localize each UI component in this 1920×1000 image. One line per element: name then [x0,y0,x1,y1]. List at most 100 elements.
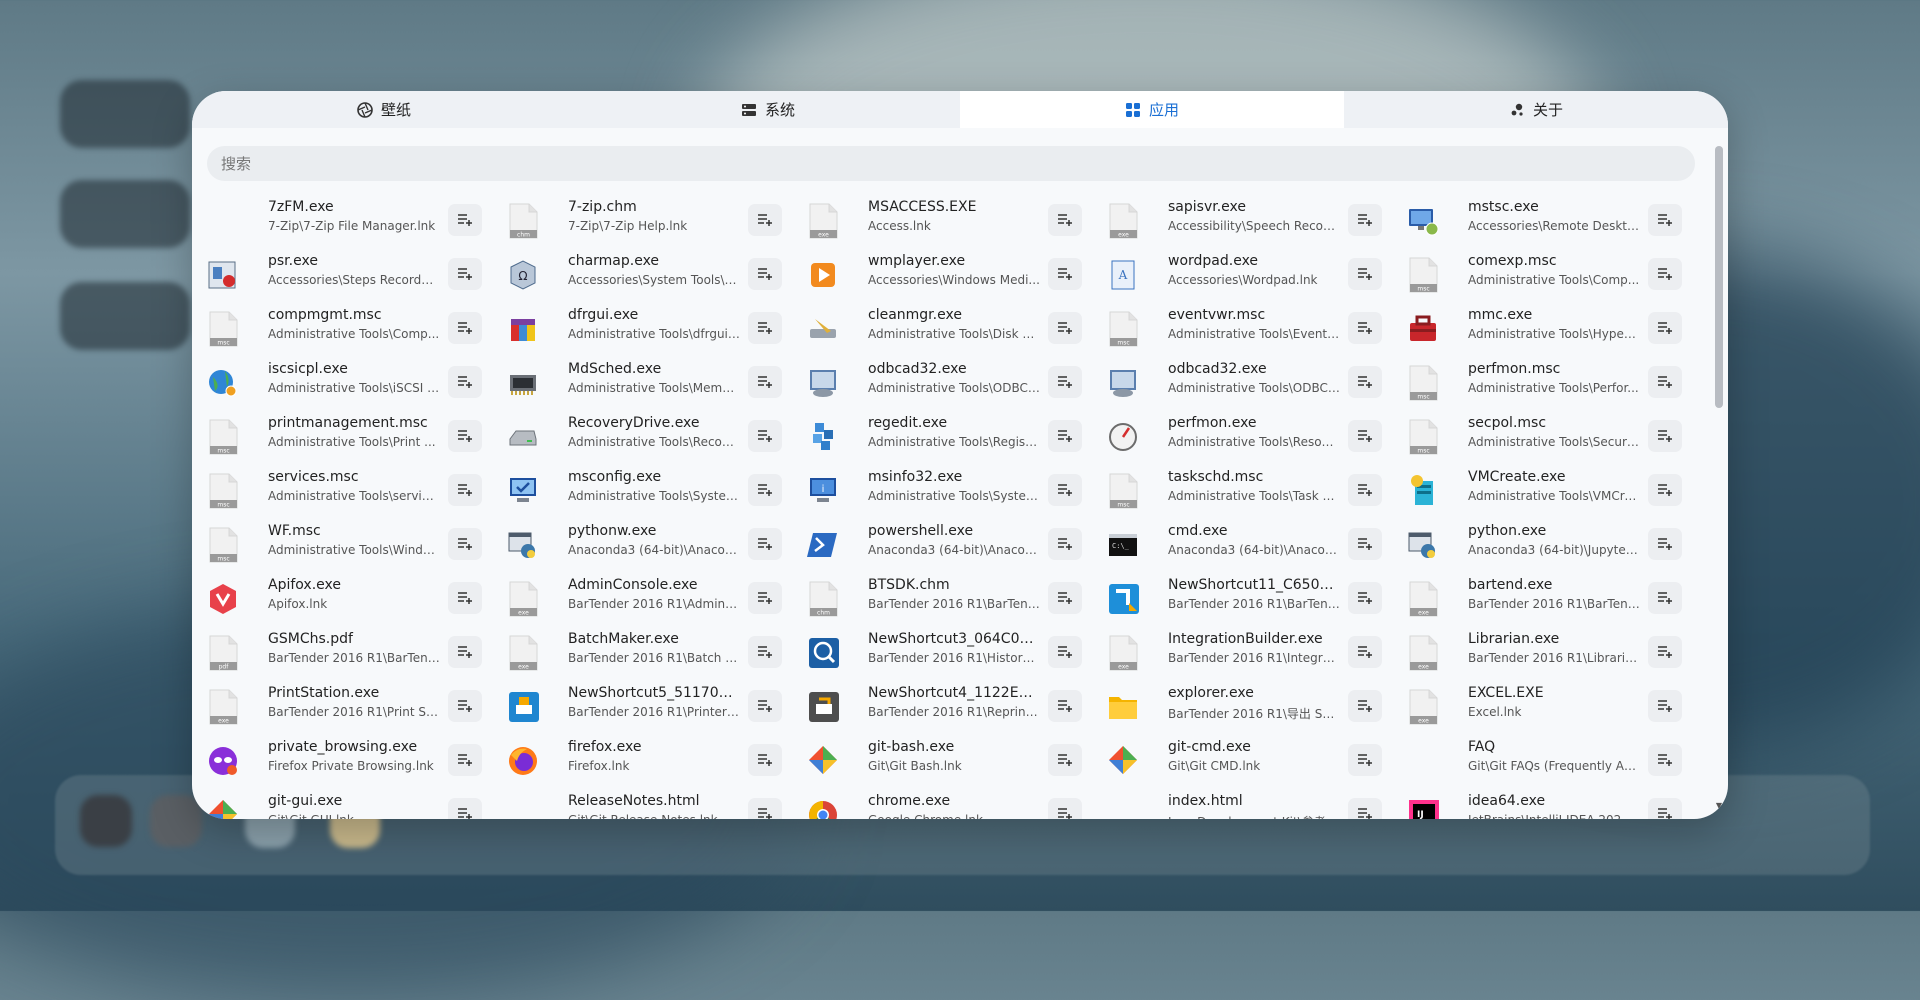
add-to-list-button[interactable] [1048,258,1082,290]
app-item[interactable]: Apifox.exe Apifox.lnk [192,570,482,624]
app-item[interactable]: MdSched.exe Administrative Tools\Memo... [492,354,782,408]
app-item[interactable]: explorer.exe BarTender 2016 R1\导出 SDK... [1092,678,1382,732]
add-to-list-button[interactable] [1648,204,1682,236]
scrollbar[interactable]: ▼ [1714,146,1724,811]
app-item[interactable]: mmc.exe Administrative Tools\Hyper-... [1392,300,1682,354]
app-item[interactable]: Ωcharmap.exe Accessories\System Tools\C..… [492,246,782,300]
add-to-list-button[interactable] [1648,528,1682,560]
add-to-list-button[interactable] [448,366,482,398]
add-to-list-button[interactable] [748,582,782,614]
app-item[interactable]: exe AdminConsole.exe BarTender 2016 R1\Ad… [492,570,782,624]
app-item[interactable]: git-bash.exe Git\Git Bash.lnk [792,732,1082,786]
app-item[interactable]: RecoveryDrive.exe Administrative Tools\Re… [492,408,782,462]
app-item[interactable]: exe bartend.exe BarTender 2016 R1\BarTend… [1392,570,1682,624]
add-to-list-button[interactable] [748,366,782,398]
app-item[interactable]: powershell.exe Anaconda3 (64-bit)\Anacon.… [792,516,1082,570]
add-to-list-button[interactable] [448,204,482,236]
app-item[interactable]: chm 7-zip.chm 7-Zip\7-Zip Help.lnk [492,192,782,246]
app-item[interactable]: NewShortcut4_1122EDD... BarTender 2016 R1… [792,678,1082,732]
app-item[interactable]: i msinfo32.exe Administrative Tools\System… [792,462,1082,516]
add-to-list-button[interactable] [1348,582,1382,614]
add-to-list-button[interactable] [1648,420,1682,452]
app-item[interactable]: msc perfmon.msc Administrative Tools\Perf… [1392,354,1682,408]
add-to-list-button[interactable] [1348,312,1382,344]
add-to-list-button[interactable] [1048,528,1082,560]
add-to-list-button[interactable] [1048,690,1082,722]
add-to-list-button[interactable] [1048,582,1082,614]
app-item[interactable]: cleanmgr.exe Administrative Tools\Disk Cl… [792,300,1082,354]
app-item[interactable]: firefox.exe Firefox.lnk [492,732,782,786]
add-to-list-button[interactable] [748,690,782,722]
app-item[interactable]: ReleaseNotes.html Git\Git Release Notes.l… [492,786,782,819]
app-item[interactable]: odbcad32.exe Administrative Tools\ODBC ..… [792,354,1082,408]
add-to-list-button[interactable] [448,528,482,560]
search-input[interactable] [207,153,1695,174]
app-item[interactable]: msc taskschd.msc Administrative Tools\Tas… [1092,462,1382,516]
add-to-list-button[interactable] [448,474,482,506]
app-item[interactable]: git-gui.exe Git\Git GUI.lnk [192,786,482,819]
app-item[interactable]: exe Librarian.exe BarTender 2016 R1\Libra… [1392,624,1682,678]
scroll-down-arrow[interactable]: ▼ [1714,801,1724,811]
add-to-list-button[interactable] [748,798,782,819]
app-item[interactable]: index.html Java Development Kit\参考... [1092,786,1382,819]
tab-wallpaper[interactable]: 壁纸 [192,91,576,128]
add-to-list-button[interactable] [1648,366,1682,398]
add-to-list-button[interactable] [1348,204,1382,236]
app-item[interactable]: NewShortcut5_5117029... BarTender 2016 R1… [492,678,782,732]
app-item[interactable]: exe PrintStation.exe BarTender 2016 R1\Pr… [192,678,482,732]
add-to-list-button[interactable] [1048,744,1082,776]
app-item[interactable]: msc printmanagement.msc Administrative To… [192,408,482,462]
scrollbar-thumb[interactable] [1715,146,1723,408]
add-to-list-button[interactable] [448,798,482,819]
add-to-list-button[interactable] [748,474,782,506]
add-to-list-button[interactable] [1348,420,1382,452]
app-item[interactable]: wmplayer.exe Accessories\Windows Medi... [792,246,1082,300]
add-to-list-button[interactable] [1348,474,1382,506]
app-item[interactable]: NewShortcut11_C6509D... BarTender 2016 R1… [1092,570,1382,624]
add-to-list-button[interactable] [1648,636,1682,668]
add-to-list-button[interactable] [448,582,482,614]
add-to-list-button[interactable] [1348,798,1382,819]
add-to-list-button[interactable] [1348,528,1382,560]
add-to-list-button[interactable] [1348,366,1382,398]
app-item[interactable]: msconfig.exe Administrative Tools\System.… [492,462,782,516]
app-item[interactable]: chm BTSDK.chm BarTender 2016 R1\BarTende.… [792,570,1082,624]
app-item[interactable]: pdf GSMChs.pdf BarTender 2016 R1\BarTende… [192,624,482,678]
add-to-list-button[interactable] [1048,312,1082,344]
add-to-list-button[interactable] [1348,744,1382,776]
app-item[interactable]: msc compmgmt.msc Administrative Tools\Com… [192,300,482,354]
add-to-list-button[interactable] [1048,798,1082,819]
add-to-list-button[interactable] [748,420,782,452]
app-item[interactable]: FAQ Git\Git FAQs (Frequently As... [1392,732,1682,786]
add-to-list-button[interactable] [448,420,482,452]
add-to-list-button[interactable] [1048,420,1082,452]
tab-system[interactable]: 系统 [576,91,960,128]
add-to-list-button[interactable] [1048,204,1082,236]
add-to-list-button[interactable] [1648,690,1682,722]
add-to-list-button[interactable] [1648,582,1682,614]
add-to-list-button[interactable] [448,744,482,776]
app-item[interactable]: odbcad32.exe Administrative Tools\ODBC ..… [1092,354,1382,408]
app-item[interactable]: msc secpol.msc Administrative Tools\Secur… [1392,408,1682,462]
add-to-list-button[interactable] [448,690,482,722]
add-to-list-button[interactable] [1048,366,1082,398]
add-to-list-button[interactable] [1348,636,1382,668]
app-item[interactable]: IJ idea64.exe JetBrains\IntelliJ IDEA 2023… [1392,786,1682,819]
add-to-list-button[interactable] [1348,690,1382,722]
search-bar[interactable] [207,146,1695,181]
app-item[interactable]: regedit.exe Administrative Tools\Registr.… [792,408,1082,462]
app-item[interactable]: perfmon.exe Administrative Tools\Resour..… [1092,408,1382,462]
app-item[interactable]: exe EXCEL.EXE Excel.lnk [1392,678,1682,732]
app-item[interactable]: pythonw.exe Anaconda3 (64-bit)\Anacon... [492,516,782,570]
app-item[interactable]: msc eventvwr.msc Administrative Tools\Eve… [1092,300,1382,354]
add-to-list-button[interactable] [448,636,482,668]
app-item[interactable]: 7zFM.exe 7-Zip\7-Zip File Manager.lnk [192,192,482,246]
app-item[interactable]: Awordpad.exe Accessories\Wordpad.lnk [1092,246,1382,300]
add-to-list-button[interactable] [748,312,782,344]
app-item[interactable]: psr.exe Accessories\Steps Recorder.l... [192,246,482,300]
app-item[interactable]: msc services.msc Administrative Tools\ser… [192,462,482,516]
app-item[interactable]: msc WF.msc Administrative Tools\Windo... [192,516,482,570]
app-item[interactable]: VMCreate.exe Administrative Tools\VMCre..… [1392,462,1682,516]
app-item[interactable]: python.exe Anaconda3 (64-bit)\Jupyter ... [1392,516,1682,570]
app-item[interactable]: exe MSACCESS.EXE Access.lnk [792,192,1082,246]
